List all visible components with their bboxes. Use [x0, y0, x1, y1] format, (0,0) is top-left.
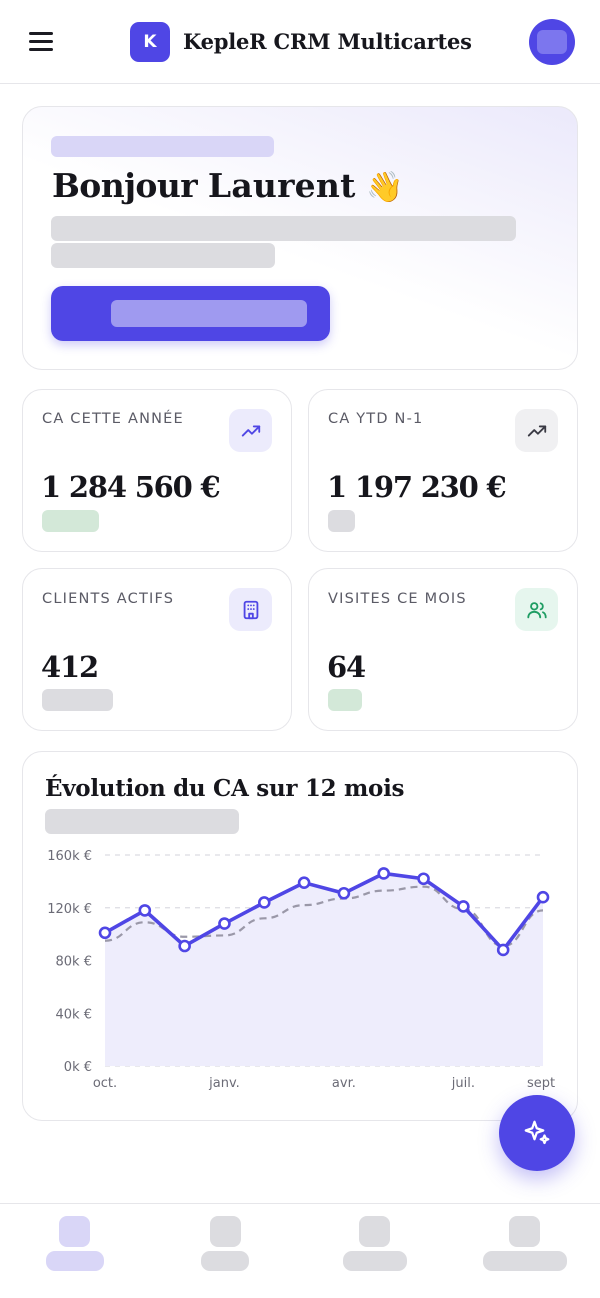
kpi-value: 64: [327, 650, 366, 684]
kpi-label: CA CETTE ANNÉE: [42, 411, 184, 427]
revenue-chart-card: [22, 751, 578, 1121]
kpi-trend-placeholder: [328, 510, 355, 532]
nav-item-1[interactable]: [30, 1204, 120, 1298]
kpi-value: 1 284 560 €: [41, 470, 221, 504]
user-name: Laurent: [207, 166, 356, 205]
nav-item-4[interactable]: [470, 1204, 580, 1298]
building-icon: [229, 588, 272, 631]
kpi-value: 1 197 230 €: [327, 470, 507, 504]
app-header: K KepleR CRM Multicartes: [0, 0, 600, 84]
avatar-placeholder: [537, 30, 567, 54]
nav-icon-placeholder: [509, 1216, 540, 1247]
hamburger-menu-icon[interactable]: [26, 28, 56, 54]
bottom-navigation: [0, 1203, 600, 1298]
date-placeholder: [51, 136, 274, 157]
nav-icon-placeholder: [359, 1216, 390, 1247]
trending-up-icon: [229, 409, 272, 452]
users-icon: [515, 588, 558, 631]
kpi-trend-placeholder: [42, 510, 99, 532]
trending-up-icon: [515, 409, 558, 452]
greeting-heading: Bonjour Laurent 👋: [52, 166, 404, 205]
kpi-value: 412: [41, 650, 99, 684]
app-logo: K: [130, 22, 170, 62]
chart-title: Évolution du CA sur 12 mois: [45, 775, 405, 802]
user-avatar[interactable]: [529, 19, 575, 65]
button-label-placeholder: [111, 300, 307, 327]
subtitle-placeholder-line-1: [51, 216, 516, 241]
nav-label-placeholder: [46, 1251, 104, 1271]
kpi-label: VISITES CE MOIS: [328, 591, 467, 607]
greeting-word: Bonjour: [52, 166, 198, 205]
chart-subtitle-placeholder: [45, 809, 239, 834]
nav-item-3[interactable]: [330, 1204, 420, 1298]
nav-label-placeholder: [201, 1251, 249, 1271]
primary-action-button[interactable]: [51, 286, 330, 341]
nav-icon-placeholder: [210, 1216, 241, 1247]
kpi-trend-placeholder: [42, 689, 113, 711]
nav-label-placeholder: [343, 1251, 407, 1271]
kpi-label: CA YTD N-1: [328, 411, 424, 427]
kpi-trend-placeholder: [328, 689, 362, 711]
waving-hand-icon: 👋: [366, 170, 404, 205]
nav-item-2[interactable]: [185, 1204, 265, 1298]
ai-assistant-button[interactable]: [499, 1095, 575, 1171]
nav-label-placeholder: [483, 1251, 567, 1271]
app-title: KepleR CRM Multicartes: [183, 29, 472, 54]
kpi-label: CLIENTS ACTIFS: [42, 591, 175, 607]
nav-icon-placeholder: [59, 1216, 90, 1247]
subtitle-placeholder-line-2: [51, 243, 275, 268]
sparkles-icon: [524, 1120, 550, 1145]
